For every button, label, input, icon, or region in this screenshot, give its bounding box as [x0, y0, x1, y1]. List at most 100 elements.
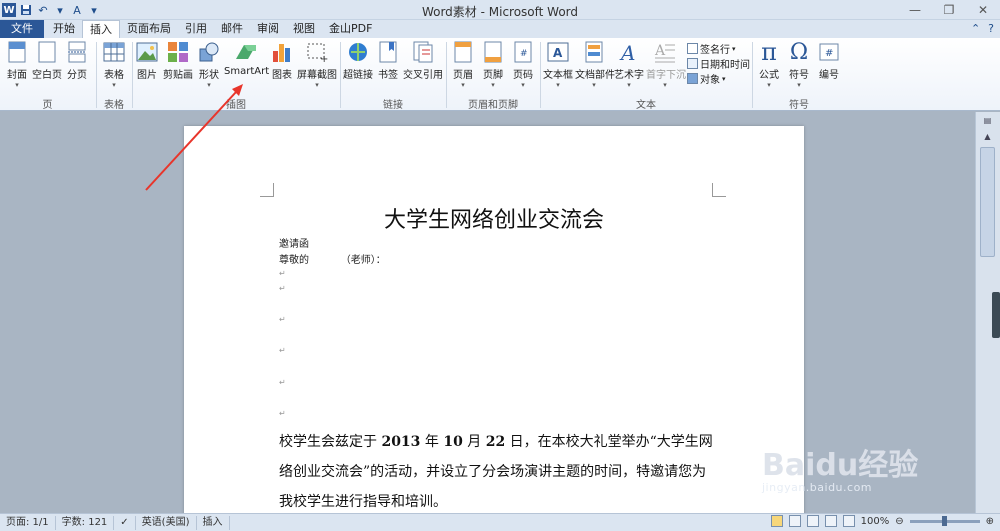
- footer-icon: [481, 40, 505, 64]
- tab-review[interactable]: 审阅: [250, 20, 286, 38]
- cross-reference-icon: [411, 40, 435, 64]
- page-number-icon: #: [511, 40, 535, 64]
- omega-icon: Ω: [789, 39, 809, 65]
- object-button[interactable]: 对象 ▾: [687, 71, 726, 86]
- textbox-icon: A: [546, 40, 570, 64]
- print-layout-view-button[interactable]: [770, 515, 783, 527]
- collapse-ribbon-icon[interactable]: ⌃: [971, 22, 980, 35]
- page-break-button[interactable]: 分页: [64, 40, 90, 81]
- full-screen-view-button[interactable]: [788, 515, 801, 527]
- draft-view-button[interactable]: [842, 515, 855, 527]
- proofing-icon[interactable]: ✓: [114, 515, 136, 530]
- header-icon: [451, 40, 475, 64]
- wordart-icon: A: [617, 40, 641, 64]
- paragraph-mark: ↵: [279, 346, 286, 355]
- tab-mailings[interactable]: 邮件: [214, 20, 250, 38]
- cross-reference-button[interactable]: 交叉引用: [402, 40, 444, 81]
- tab-insert[interactable]: 插入: [82, 20, 120, 39]
- hyperlink-icon: [346, 40, 370, 64]
- status-word-count[interactable]: 字数: 121: [56, 515, 115, 530]
- bookmark-button[interactable]: 书签: [376, 40, 400, 81]
- ribbon-tabs: 文件 开始 插入 页面布局 引用 邮件 审阅 视图 金山PDF ⌃ ?: [0, 20, 1000, 39]
- group-page-label: 页: [42, 100, 53, 111]
- minimize-button[interactable]: —: [898, 0, 932, 20]
- svg-text:#: #: [520, 49, 528, 59]
- smartart-icon: [234, 40, 258, 64]
- scroll-thumb[interactable]: [980, 147, 995, 257]
- quick-parts-button[interactable]: 文档部件 ▾: [575, 40, 615, 90]
- status-insert-mode[interactable]: 插入: [197, 515, 230, 530]
- zoom-slider[interactable]: [909, 515, 980, 526]
- shapes-button[interactable]: 形状 ▾: [196, 40, 222, 90]
- number-button[interactable]: # 编号: [816, 40, 842, 81]
- margin-corner: [260, 183, 274, 197]
- cover-page-button[interactable]: 封面 ▾: [4, 40, 30, 90]
- tab-view[interactable]: 视图: [286, 20, 322, 38]
- header-button[interactable]: 页眉 ▾: [450, 40, 476, 90]
- footer-button[interactable]: 页脚 ▾: [480, 40, 506, 90]
- table-button[interactable]: 表格 ▾: [100, 40, 128, 90]
- document-page[interactable]: 大学生网络创业交流会 邀请函 尊敬的 （老师）： ↵ ↵ ↵ ↵ ↵ ↵ 校学生…: [184, 126, 804, 526]
- textbox-button[interactable]: A 文本框 ▾: [543, 40, 573, 90]
- zoom-out-icon[interactable]: ⊖: [895, 516, 903, 527]
- picture-button[interactable]: 图片: [134, 40, 160, 81]
- page-number-button[interactable]: # 页码 ▾: [510, 40, 536, 90]
- zoom-in-icon[interactable]: ⊕: [986, 516, 994, 527]
- blank-page-button[interactable]: 空白页: [32, 40, 62, 81]
- screenshot-button[interactable]: + 屏幕截图 ▾: [296, 40, 338, 90]
- screenshot-icon: +: [305, 40, 329, 64]
- group-table-label: 表格: [104, 100, 124, 111]
- close-button[interactable]: ✕: [966, 0, 1000, 20]
- smartart-button[interactable]: SmartArt: [224, 40, 269, 77]
- document-title: 大学生网络创业交流会: [383, 208, 604, 233]
- clipart-icon: [166, 40, 190, 64]
- help-icon[interactable]: ?: [988, 22, 994, 35]
- clipart-button[interactable]: 剪贴画: [162, 40, 194, 81]
- chart-icon: [270, 40, 294, 64]
- page-break-icon: [65, 40, 89, 64]
- paragraph-mark: ↵: [279, 409, 286, 418]
- group-symbols-label: 符号: [789, 100, 809, 111]
- tab-references[interactable]: 引用: [178, 20, 214, 38]
- status-bar: 页面: 1/1 字数: 121 ✓ 英语(美国) 插入 100% ⊖ ⊕: [0, 513, 1000, 531]
- chart-button[interactable]: 图表: [270, 40, 294, 81]
- wordart-button[interactable]: A 艺术字 ▾: [614, 40, 644, 90]
- web-layout-view-button[interactable]: [806, 515, 819, 527]
- status-language[interactable]: 英语(美国): [136, 515, 197, 530]
- group-text-label: 文本: [636, 100, 656, 111]
- tab-file[interactable]: 文件: [0, 20, 44, 38]
- equation-button[interactable]: π 公式 ▾: [756, 38, 782, 90]
- zoom-level[interactable]: 100%: [861, 516, 890, 527]
- tab-home[interactable]: 开始: [46, 20, 82, 38]
- group-links-label: 链接: [383, 100, 403, 111]
- svg-text:#: #: [825, 48, 833, 59]
- signature-icon: [687, 43, 698, 54]
- symbol-button[interactable]: Ω 符号 ▾: [786, 40, 812, 90]
- status-page[interactable]: 页面: 1/1: [0, 515, 56, 530]
- drop-cap-button[interactable]: A 首字下沉 ▾: [646, 40, 686, 90]
- paragraph-mark: ↵: [279, 315, 286, 324]
- document-body-paragraph: 校学生会兹定于 2013 年 10 月 22 日，在本校大礼堂举办“大学生网络创…: [279, 434, 713, 510]
- date-time-button[interactable]: 日期和时间: [687, 56, 750, 71]
- window-title: Word素材 - Microsoft Word: [421, 5, 579, 19]
- tab-page-layout[interactable]: 页面布局: [120, 20, 178, 38]
- restore-button[interactable]: ❐: [932, 0, 966, 20]
- title-bar: W ↶ ▾ A ▾ Word素材 - Microsoft Word — ❐ ✕: [0, 0, 1000, 20]
- side-widget[interactable]: [992, 292, 1000, 338]
- svg-text:+: +: [320, 54, 328, 63]
- picture-icon: [135, 40, 159, 64]
- drop-cap-icon: A: [653, 40, 677, 64]
- cover-page-icon: [5, 40, 29, 64]
- outline-view-button[interactable]: [824, 515, 837, 527]
- tab-kingsoft-pdf[interactable]: 金山PDF: [322, 20, 379, 38]
- quick-parts-icon: [582, 40, 606, 64]
- table-icon: [102, 40, 126, 64]
- signature-line-button[interactable]: 签名行 ▾: [687, 41, 736, 56]
- calendar-icon: [687, 58, 698, 69]
- ruler-toggle-icon[interactable]: ▤: [976, 112, 999, 128]
- vertical-scrollbar[interactable]: ▤ ▲: [975, 112, 1000, 513]
- hyperlink-button[interactable]: 超链接: [342, 40, 374, 81]
- document-line-salutation: 尊敬的 （老师）：: [279, 255, 386, 266]
- scroll-up-icon[interactable]: ▲: [976, 128, 999, 144]
- ribbon-insert: 封面 ▾ 空白页 分页 页 表格 ▾ 表格 图片 剪贴画 形状 ▾ SmartArt …: [0, 38, 1000, 111]
